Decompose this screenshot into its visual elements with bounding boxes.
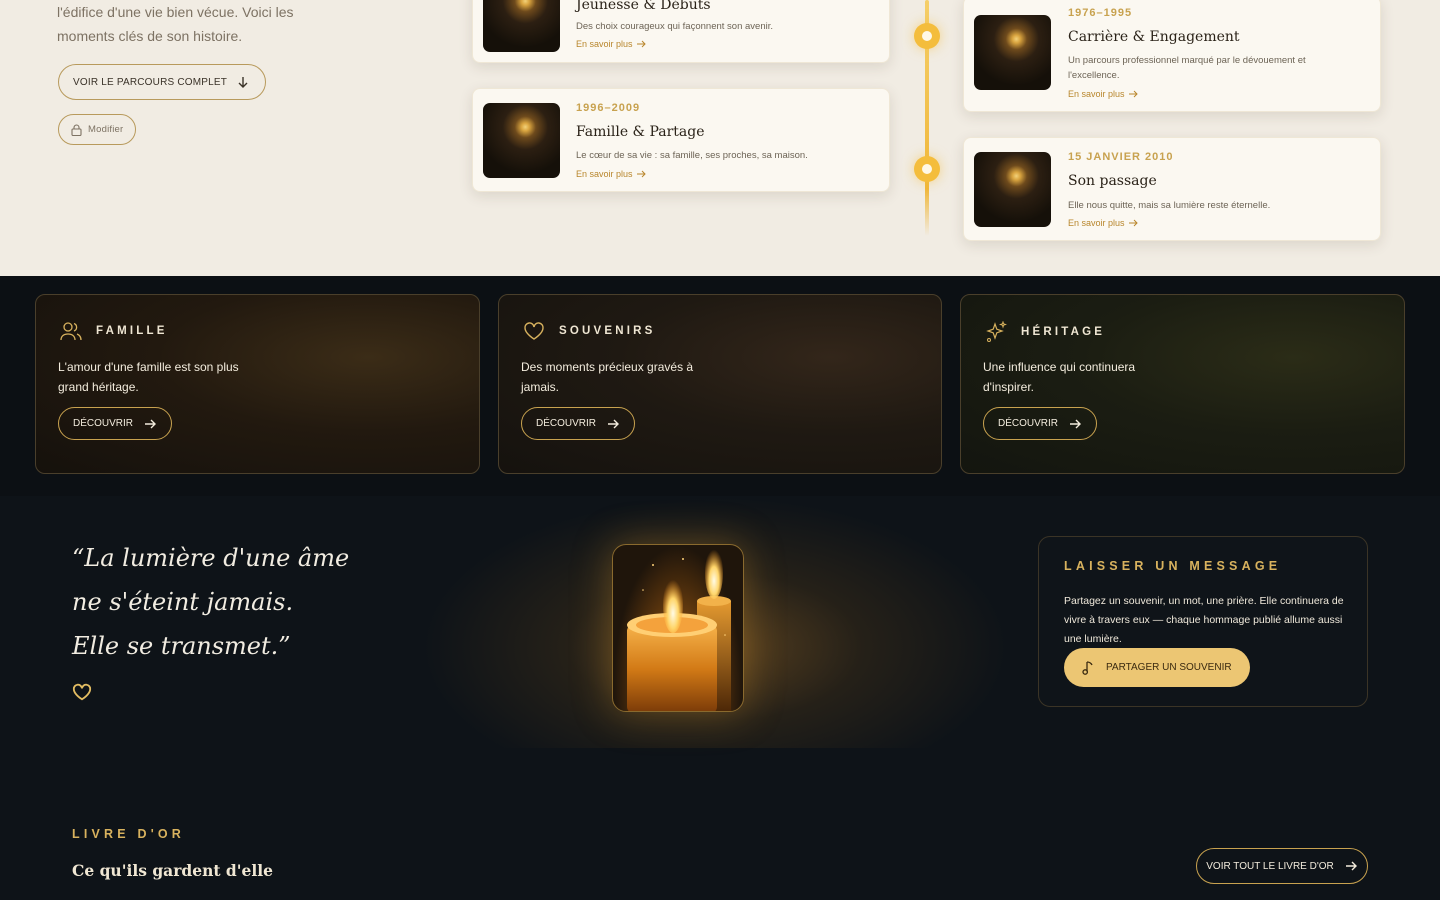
learn-more-link[interactable]: En savoir plus [576,39,647,49]
arrow-right-icon [145,419,157,428]
learn-more-link[interactable]: En savoir plus [1068,89,1139,99]
intro-text: l'édifice d'une vie bien vécue. Voici le… [57,4,294,44]
sparkles-icon [986,321,1007,342]
timeline-card-desc: Elle nous quitte, mais sa lumière reste … [1068,200,1271,211]
memorial-quote: “La lumière d'une âme ne s'éteint jamais… [72,544,350,660]
timeline-card-famille[interactable]: 1996–2009 Famille & Partage Le cœur de s… [472,88,890,192]
timeline-thumbnail [974,15,1051,90]
leave-message-title: LAISSER UN MESSAGE [1064,559,1282,573]
leave-message-text: Partagez un souvenir, un mot, une prière… [1064,595,1344,645]
arrow-right-icon [1128,219,1138,227]
timeline-card-date: 1976–1995 [1068,7,1133,19]
heart-icon [72,683,92,701]
feature-label: HÉRITAGE [1021,326,1106,338]
feature-label: FAMILLE [96,325,168,337]
timeline-marker [914,23,940,49]
learn-more-label: En savoir plus [1068,89,1125,99]
timeline-card-desc: Un parcours professionnel marqué par le … [1068,55,1306,81]
users-icon [60,322,82,341]
view-guestbook-label: VOIR TOUT LE LIVRE D'OR [1206,860,1334,872]
discover-label: DÉCOUVRIR [73,418,134,429]
timeline-card-title: Jeunesse & Débuts [576,0,711,13]
feature-card-souvenirs: SOUVENIRS Des moments précieux gravés à … [498,294,942,474]
timeline-card-desc: Des choix courageux qui façonnent son av… [576,21,773,32]
heart-icon [524,322,544,340]
timeline-card-title: Famille & Partage [576,124,705,140]
view-guestbook-button[interactable]: VOIR TOUT LE LIVRE D'OR [1196,848,1368,884]
discover-button[interactable]: DÉCOUVRIR [521,407,636,440]
learn-more-link[interactable]: En savoir plus [576,169,647,179]
feature-text: Des moments précieux gravés à jamais. [521,360,694,394]
features-section: FAMILLE L'amour d'une famille est son pl… [0,276,1440,496]
learn-more-label: En savoir plus [1068,218,1125,228]
feature-card-famille: FAMILLE L'amour d'une famille est son pl… [35,294,480,474]
leave-message-card: LAISSER UN MESSAGE Partagez un souvenir,… [1038,536,1368,707]
arrow-right-icon [636,40,646,48]
timeline-marker [914,156,940,182]
feature-header: HÉRITAGE [985,321,1105,343]
discover-button[interactable]: DÉCOUVRIR [58,407,173,440]
arrow-right-icon [608,419,620,428]
view-full-journey-button[interactable]: VOIR LE PARCOURS COMPLET [58,64,267,100]
feature-header: SOUVENIRS [523,321,656,341]
edit-button[interactable]: Modifier [58,114,137,145]
music-note-icon [1082,660,1093,675]
arrow-right-icon [1070,419,1082,428]
candle-illustration [627,547,731,711]
discover-label: DÉCOUVRIR [536,418,597,429]
feature-label: SOUVENIRS [559,325,656,337]
timeline-card-date: 15 JANVIER 2010 [1068,151,1174,163]
timeline-card-date: 1996–2009 [576,102,641,114]
feature-text: L'amour d'une famille est son plus grand… [58,360,239,394]
learn-more-label: En savoir plus [576,169,633,179]
guestbook-label: LIVRE D'OR [72,827,186,841]
timeline-card-carriere[interactable]: 1976–1995 Carrière & Engagement Un parco… [963,0,1381,112]
timeline-card-desc: Le cœur de sa vie : sa famille, ses proc… [576,150,808,161]
share-memory-label: PARTAGER UN SOUVENIR [1106,662,1232,673]
timeline-card-title: Son passage [1068,173,1157,189]
feature-header: FAMILLE [60,321,168,341]
learn-more-label: En savoir plus [576,39,633,49]
feature-card-heritage: HÉRITAGE Une influence qui continuera d'… [960,294,1405,474]
share-memory-button[interactable]: PARTAGER UN SOUVENIR [1064,648,1250,687]
timeline-card-title: Carrière & Engagement [1068,29,1240,45]
discover-button[interactable]: DÉCOUVRIR [983,407,1098,440]
edit-label: Modifier [88,124,124,135]
timeline-thumbnail [974,152,1051,227]
arrow-down-icon [238,77,248,88]
timeline-card-jeunesse[interactable]: Jeunesse & Débuts Des choix courageux qu… [472,0,890,63]
candle-image [612,544,744,712]
lock-icon [71,123,82,136]
learn-more-link[interactable]: En savoir plus [1068,218,1139,228]
arrow-right-icon [1128,90,1138,98]
timeline-section: l'édifice d'une vie bien vécue. Voici le… [0,0,1440,276]
feature-text: Une influence qui continuera d'inspirer. [983,360,1136,394]
tribute-section: “La lumière d'une âme ne s'éteint jamais… [0,496,1440,900]
discover-label: DÉCOUVRIR [998,418,1059,429]
guestbook-title: Ce qu'ils gardent d'elle [72,861,274,880]
arrow-right-icon [636,170,646,178]
view-full-journey-label: VOIR LE PARCOURS COMPLET [73,76,228,88]
timeline-thumbnail [483,103,560,178]
timeline-thumbnail [483,0,560,52]
timeline-card-passage[interactable]: 15 JANVIER 2010 Son passage Elle nous qu… [963,137,1381,241]
arrow-right-icon [1345,861,1357,871]
